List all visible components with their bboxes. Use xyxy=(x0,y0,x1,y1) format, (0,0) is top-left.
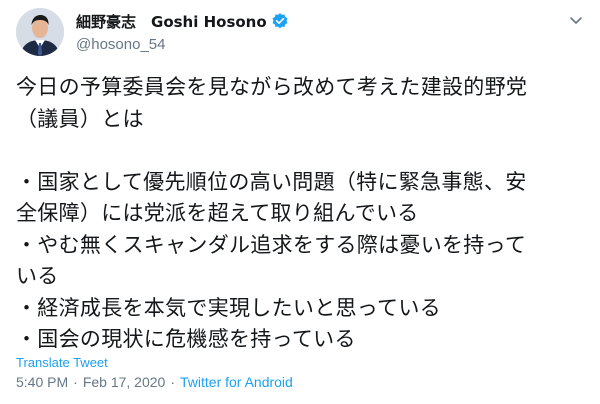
tweet-line: （議員）とは xyxy=(16,106,144,131)
tweet-text: 今日の予算委員会を見ながら改めて考えた建設的野党 （議員）とは ・国家として優先… xyxy=(16,72,588,356)
meta-separator: · xyxy=(170,374,175,390)
avatar-photo xyxy=(16,8,64,56)
tweet-line xyxy=(16,135,588,167)
author-info: 細野豪志 Goshi Hosono @hosono_54 xyxy=(76,10,289,55)
translate-tweet-link[interactable]: Translate Tweet xyxy=(16,355,108,370)
tweet-card: 細野豪志 Goshi Hosono @hosono_54 今日の予算委員会を見な… xyxy=(0,0,600,404)
tweet-line: ・経済成長を本気で実現したいと思っている xyxy=(16,295,441,320)
tweet-line: 今日の予算委員会を見ながら改めて考えた建設的野党 xyxy=(16,75,528,99)
tweet-line: 全保障）には党派を超えて取り組んでいる xyxy=(16,201,419,225)
tweet-line: ・国会の現状に危機感を持っている xyxy=(16,327,356,351)
tweet-line: ・国家として優先順位の高い問題（特に緊急事態、安 xyxy=(16,169,527,194)
author-handle[interactable]: @hosono_54 xyxy=(76,35,289,55)
author-display-name[interactable]: 細野豪志 Goshi Hosono xyxy=(76,11,267,32)
tweet-time[interactable]: 5:40 PM xyxy=(16,374,68,390)
tweet-line: ・やむ無くスキャンダル追求をする際は憂いを持って xyxy=(16,232,527,257)
verified-badge-icon xyxy=(271,12,289,30)
chevron-down-icon[interactable] xyxy=(568,12,584,28)
tweet-source-link[interactable]: Twitter for Android xyxy=(180,374,293,390)
tweet-date[interactable]: Feb 17, 2020 xyxy=(83,374,166,390)
avatar[interactable] xyxy=(16,8,64,56)
meta-separator: · xyxy=(73,374,78,390)
author-name-row: 細野豪志 Goshi Hosono xyxy=(76,10,289,32)
tweet-metadata: 5:40 PM · Feb 17, 2020 · Twitter for And… xyxy=(16,372,293,392)
tweet-line: いる xyxy=(16,264,59,288)
